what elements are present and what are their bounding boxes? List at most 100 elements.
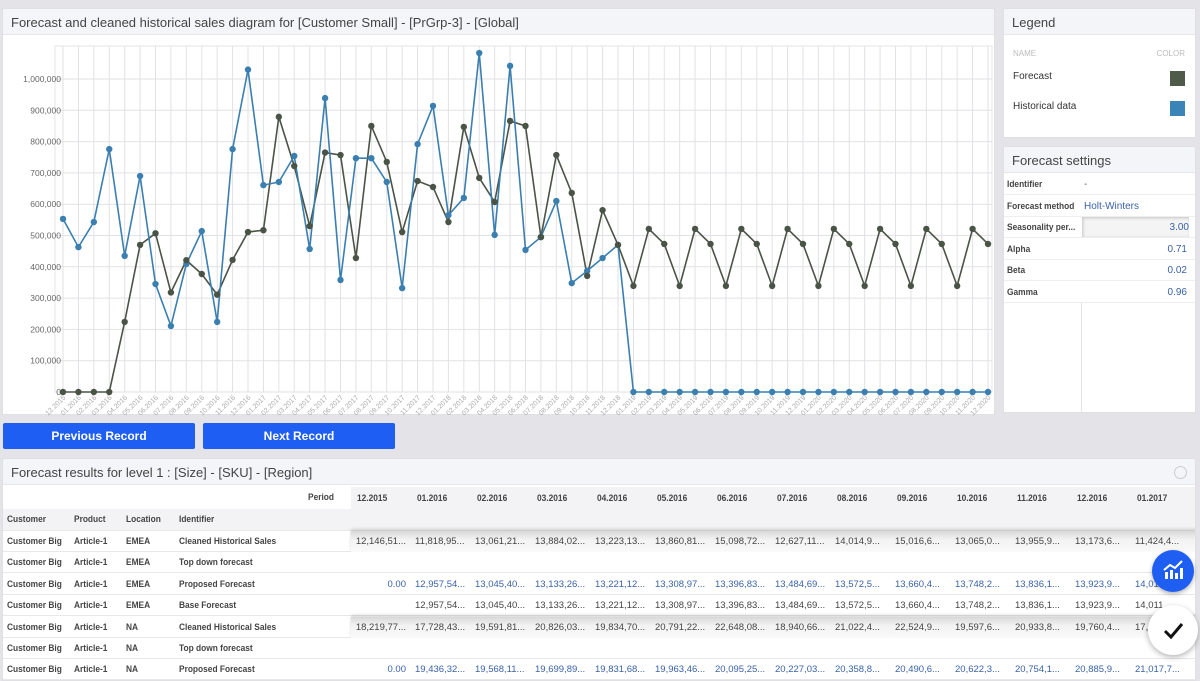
- value-cell[interactable]: 13,308,97...: [651, 579, 711, 590]
- value-cell[interactable]: 20,227,03...: [771, 664, 831, 675]
- value-cell[interactable]: 13,221,12...: [591, 579, 651, 590]
- data-point-forecast: [291, 162, 298, 170]
- value-cell[interactable]: 13,836,1...: [1011, 600, 1071, 611]
- value-cell[interactable]: 22,648,08...: [711, 622, 771, 633]
- value-cell[interactable]: 13,396,83...: [711, 579, 771, 590]
- value-cell[interactable]: 13,173,6...: [1071, 536, 1131, 547]
- value-cell[interactable]: 11,424,4...: [1131, 536, 1191, 547]
- value-cell[interactable]: 13,884,02...: [531, 536, 591, 547]
- value-cell[interactable]: 0.00: [351, 579, 407, 590]
- value-cell[interactable]: 13,061,21...: [471, 536, 531, 547]
- value-cell[interactable]: 19,760,4...: [1071, 622, 1131, 633]
- value-cell[interactable]: 20,933,8...: [1011, 622, 1071, 633]
- value-cell[interactable]: 20,885,9...: [1071, 664, 1131, 675]
- period-header[interactable]: 10.2016: [957, 493, 987, 504]
- value-cell[interactable]: 13,923,9...: [1071, 600, 1131, 611]
- chart-fab-button[interactable]: [1152, 550, 1194, 592]
- data-point-forecast: [645, 225, 653, 233]
- value-cell[interactable]: 19,591,81...: [471, 622, 531, 633]
- value-cell[interactable]: 13,660,4...: [891, 579, 951, 590]
- data-point-forecast: [491, 198, 498, 206]
- confirm-fab-button[interactable]: [1148, 605, 1198, 655]
- column-header[interactable]: Customer: [7, 514, 46, 525]
- value-cell[interactable]: 15,098,72...: [711, 536, 771, 547]
- value-cell[interactable]: 13,748,2...: [951, 600, 1011, 611]
- value-cell[interactable]: 19,834,70...: [591, 622, 651, 633]
- setting-row: Seasonality per... 3.00: [1004, 217, 1195, 238]
- value-cell[interactable]: 20,791,22...: [651, 622, 711, 633]
- value-cell[interactable]: 13,045,40...: [471, 600, 531, 611]
- period-header[interactable]: 01.2016: [417, 493, 447, 504]
- value-cell[interactable]: 20,622,3...: [951, 664, 1011, 675]
- column-header[interactable]: Identifier: [179, 514, 214, 525]
- data-point-historical: [491, 231, 498, 239]
- period-header[interactable]: 08.2016: [837, 493, 867, 504]
- period-header[interactable]: 06.2016: [717, 493, 747, 504]
- value-cell[interactable]: 13,860,81...: [651, 536, 711, 547]
- value-cell[interactable]: 21,022,4...: [831, 622, 891, 633]
- value-cell[interactable]: 13,484,69...: [771, 579, 831, 590]
- value-cell[interactable]: 19,963,46...: [651, 664, 711, 675]
- value-cell[interactable]: 0.00: [351, 664, 407, 675]
- period-header[interactable]: 07.2016: [777, 493, 807, 504]
- column-header[interactable]: Product: [74, 514, 106, 525]
- period-header[interactable]: 12.2015: [357, 493, 387, 504]
- value-cell[interactable]: 15,016,6...: [891, 536, 951, 547]
- value-cell[interactable]: 13,836,1...: [1011, 579, 1071, 590]
- setting-value: 0.02: [1167, 265, 1187, 276]
- value-cell[interactable]: 13,133,26...: [531, 600, 591, 611]
- value-cell[interactable]: 18,940,66...: [771, 622, 831, 633]
- setting-value[interactable]: 3.00: [1082, 217, 1189, 237]
- value-cell[interactable]: 13,065,0...: [951, 536, 1011, 547]
- period-header[interactable]: 05.2016: [657, 493, 687, 504]
- value-cell[interactable]: 19,699,89...: [531, 664, 591, 675]
- value-cell[interactable]: 19,831,68...: [591, 664, 651, 675]
- previous-record-button[interactable]: Previous Record: [3, 423, 195, 449]
- value-cell[interactable]: 13,396,83...: [711, 600, 771, 611]
- period-header[interactable]: 01.2017: [1137, 493, 1167, 504]
- period-header[interactable]: 02.2016: [477, 493, 507, 504]
- value-cell[interactable]: 13,660,4...: [891, 600, 951, 611]
- value-cell[interactable]: 19,597,6...: [951, 622, 1011, 633]
- value-cell[interactable]: 20,754,1...: [1011, 664, 1071, 675]
- value-cell[interactable]: 12,627,11...: [771, 536, 831, 547]
- value-cell[interactable]: 12,957,54...: [411, 579, 471, 590]
- value-cell[interactable]: 21,017,7...: [1131, 664, 1191, 675]
- value-cell[interactable]: 11,818,95...: [411, 536, 471, 547]
- column-header[interactable]: Location: [126, 514, 161, 525]
- period-header[interactable]: 09.2016: [897, 493, 927, 504]
- value-cell[interactable]: 19,436,32...: [411, 664, 471, 675]
- data-point-forecast: [198, 270, 205, 278]
- value-cell[interactable]: 14,014,9...: [831, 536, 891, 547]
- value-cell[interactable]: 20,095,25...: [711, 664, 771, 675]
- data-point-forecast: [183, 257, 190, 264]
- value-cell[interactable]: 13,955,9...: [1011, 536, 1071, 547]
- value-cell[interactable]: 13,045,40...: [471, 579, 531, 590]
- next-record-button[interactable]: Next Record: [203, 423, 395, 449]
- collapse-icon[interactable]: [1174, 466, 1187, 479]
- setting-label: Identifier: [1007, 179, 1043, 190]
- value-cell[interactable]: 13,572,5...: [831, 600, 891, 611]
- value-cell[interactable]: 20,826,03...: [531, 622, 591, 633]
- value-cell[interactable]: 20,490,6...: [891, 664, 951, 675]
- period-header[interactable]: 03.2016: [537, 493, 567, 504]
- period-header[interactable]: 04.2016: [597, 493, 627, 504]
- value-cell[interactable]: 13,308,97...: [651, 600, 711, 611]
- value-cell[interactable]: 20,358,8...: [831, 664, 891, 675]
- value-cell[interactable]: 13,133,26...: [531, 579, 591, 590]
- value-cell[interactable]: 12,957,54...: [411, 600, 471, 611]
- value-cell[interactable]: 13,221,12...: [591, 600, 651, 611]
- value-cell[interactable]: 13,748,2...: [951, 579, 1011, 590]
- data-point-historical: [121, 252, 128, 260]
- value-cell[interactable]: 13,923,9...: [1071, 579, 1131, 590]
- value-cell[interactable]: 12,146,51...: [351, 536, 406, 547]
- value-cell[interactable]: 13,572,5...: [831, 579, 891, 590]
- period-header[interactable]: 12.2016: [1077, 493, 1107, 504]
- value-cell[interactable]: 13,484,69...: [771, 600, 831, 611]
- value-cell[interactable]: 18,219,77...: [351, 622, 406, 633]
- value-cell[interactable]: 19,568,11...: [471, 664, 531, 675]
- value-cell[interactable]: 17,728,43...: [411, 622, 471, 633]
- period-header[interactable]: 11.2016: [1017, 493, 1047, 504]
- value-cell[interactable]: 13,223,13...: [591, 536, 651, 547]
- value-cell[interactable]: 22,524,9...: [891, 622, 951, 633]
